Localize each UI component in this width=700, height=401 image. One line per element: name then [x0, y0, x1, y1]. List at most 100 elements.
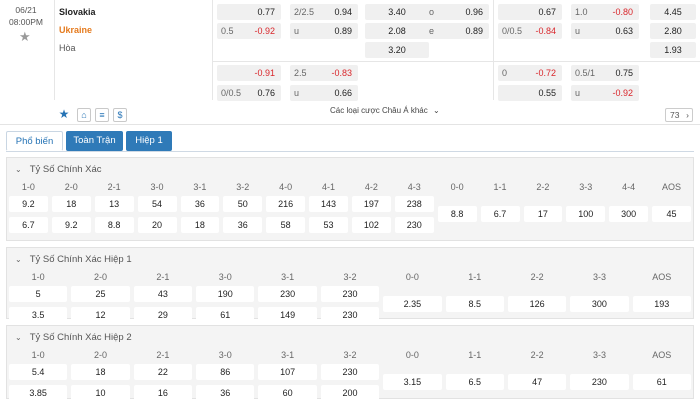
favorite-star-icon[interactable]: ★ [19, 29, 31, 45]
odds-cell[interactable]: 1.93 [650, 42, 696, 58]
score-odds-cell[interactable]: 149 [258, 307, 317, 323]
score-odds-cell[interactable]: 9.2 [51, 217, 91, 233]
score-odds-cell[interactable]: 200 [320, 385, 380, 401]
score-odds-cell[interactable]: 6.5 [445, 374, 504, 390]
odds-cell[interactable]: 0/0.5 -0.84 [498, 23, 562, 39]
more-asian-bets-link[interactable]: Các loại cược Châu Á khác ⌄ [330, 106, 440, 115]
odds-cell[interactable]: -0.91 [217, 65, 281, 81]
odds-cell[interactable]: 0 -0.72 [498, 65, 562, 81]
score-odds-cell[interactable]: 6.7 [480, 206, 520, 222]
score-odds-cell[interactable]: 238 [394, 196, 434, 212]
odds-cell[interactable]: u 0.89 [290, 23, 358, 39]
score-odds-cell[interactable]: 20 [137, 217, 177, 233]
odds-cell[interactable]: 0.5/1 0.75 [571, 65, 639, 81]
score-column-header: 3-3 [579, 182, 593, 192]
star-icon[interactable]: ★ [57, 108, 71, 122]
score-odds-cell[interactable]: 13 [94, 196, 134, 212]
odds-cell[interactable]: 3.40 [365, 4, 429, 20]
dollar-icon[interactable]: $ [113, 108, 127, 122]
score-odds-cell[interactable]: 47 [507, 374, 567, 390]
score-odds-cell[interactable]: 45 [652, 206, 691, 222]
odds-cell[interactable]: 0.77 [217, 4, 281, 20]
odds-cell[interactable]: o 0.96 [425, 4, 489, 20]
odds-cell[interactable]: 2.5 -0.83 [290, 65, 358, 81]
score-odds-cell[interactable]: 22 [133, 364, 193, 380]
score-odds-cell[interactable]: 61 [196, 307, 255, 323]
odds-cell[interactable]: 2/2.5 0.94 [290, 4, 358, 20]
odds-cell[interactable]: u 0.66 [290, 85, 358, 101]
more-bets-count[interactable]: 73 › [665, 108, 693, 122]
score-odds-cell[interactable]: 5 [9, 286, 68, 302]
score-odds-cell[interactable]: 60 [258, 385, 317, 401]
score-odds-cell[interactable]: 197 [352, 196, 391, 212]
score-odds-cell[interactable]: 17 [523, 206, 563, 222]
score-odds-cell[interactable]: 300 [570, 296, 629, 312]
score-odds-cell[interactable]: 216 [266, 196, 306, 212]
section-header[interactable]: ⌄ Tỷ Số Chính Xác Hiệp 2 [15, 332, 132, 343]
score-odds-cell[interactable]: 230 [320, 364, 380, 380]
score-odds-cell[interactable]: 230 [320, 307, 380, 323]
score-odds-cell[interactable]: 3.15 [383, 374, 442, 390]
odds-cell[interactable]: 4.45 [650, 4, 696, 20]
score-odds-cell[interactable]: 190 [196, 286, 255, 302]
odds-cell[interactable]: 2.08 [365, 23, 429, 39]
score-odds-cell[interactable]: 100 [566, 206, 606, 222]
section-header[interactable]: ⌄ Tỷ Số Chính Xác [15, 164, 102, 175]
score-odds-cell[interactable]: 107 [258, 364, 317, 380]
score-odds-cell[interactable]: 18 [180, 217, 220, 233]
score-odds-cell[interactable]: 43 [133, 286, 193, 302]
score-odds-cell[interactable]: 230 [258, 286, 317, 302]
score-odds-cell[interactable]: 300 [609, 206, 649, 222]
score-odds-cell[interactable]: 50 [223, 196, 263, 212]
score-odds-cell[interactable]: 53 [309, 217, 348, 233]
score-odds-cell[interactable]: 29 [133, 307, 193, 323]
odds-cell[interactable]: e 0.89 [425, 23, 489, 39]
score-odds-cell[interactable]: 102 [352, 217, 391, 233]
score-odds-cell[interactable]: 8.8 [437, 206, 477, 222]
score-odds-cell[interactable]: 2.35 [383, 296, 442, 312]
score-odds-cell[interactable]: 9.2 [9, 196, 48, 212]
score-odds-cell[interactable]: 54 [137, 196, 177, 212]
score-odds-cell[interactable]: 3.5 [9, 307, 68, 323]
tab-first-half[interactable]: Hiệp 1 [126, 131, 172, 151]
odds-cell[interactable]: 3.20 [365, 42, 429, 58]
odds-cell[interactable]: 0.67 [498, 4, 562, 20]
score-odds-cell[interactable]: 16 [133, 385, 193, 401]
score-odds-cell[interactable]: 3.85 [9, 385, 68, 401]
jersey-icon[interactable]: ⌂ [77, 108, 91, 122]
score-odds-cell[interactable]: 18 [51, 196, 91, 212]
score-odds-cell[interactable]: 25 [71, 286, 130, 302]
score-odds-cell[interactable]: 230 [320, 286, 380, 302]
odds-cell[interactable]: 2.80 [650, 23, 696, 39]
score-odds-cell[interactable]: 5.4 [9, 364, 68, 380]
odds-cell[interactable]: 0.5 -0.92 [217, 23, 281, 39]
score-odds-cell[interactable]: 8.8 [94, 217, 134, 233]
score-odds-cell[interactable]: 36 [196, 385, 255, 401]
score-odds-cell[interactable]: 230 [570, 374, 629, 390]
odds-cell[interactable]: 1.0 -0.80 [571, 4, 639, 20]
score-odds-cell[interactable]: 143 [309, 196, 348, 212]
score-odds-cell[interactable]: 58 [266, 217, 306, 233]
list-icon[interactable]: ≡ [95, 108, 109, 122]
score-odds-cell[interactable]: 61 [632, 374, 691, 390]
odds-cell[interactable]: 0/0.5 0.76 [217, 85, 281, 101]
score-odds-cell[interactable]: 86 [196, 364, 255, 380]
score-odds-cell[interactable]: 36 [180, 196, 220, 212]
score-odds-cell[interactable]: 10 [71, 385, 130, 401]
section-header[interactable]: ⌄ Tỷ Số Chính Xác Hiệp 1 [15, 254, 132, 265]
home-team[interactable]: Slovakia [59, 7, 96, 17]
odds-cell[interactable]: 0.55 [498, 85, 562, 101]
away-team[interactable]: Ukraine [59, 25, 92, 35]
score-odds-cell[interactable]: 36 [223, 217, 263, 233]
odds-cell[interactable]: u -0.92 [571, 85, 639, 101]
score-odds-cell[interactable]: 230 [394, 217, 434, 233]
score-odds-cell[interactable]: 8.5 [445, 296, 504, 312]
score-odds-cell[interactable]: 6.7 [9, 217, 48, 233]
score-odds-cell[interactable]: 12 [71, 307, 130, 323]
score-odds-cell[interactable]: 193 [632, 296, 691, 312]
tab-full-match[interactable]: Toàn Trận [66, 131, 123, 151]
score-odds-cell[interactable]: 18 [71, 364, 130, 380]
tab-popular[interactable]: Phổ biến [6, 131, 63, 151]
score-odds-cell[interactable]: 126 [507, 296, 567, 312]
odds-cell[interactable]: u 0.63 [571, 23, 639, 39]
